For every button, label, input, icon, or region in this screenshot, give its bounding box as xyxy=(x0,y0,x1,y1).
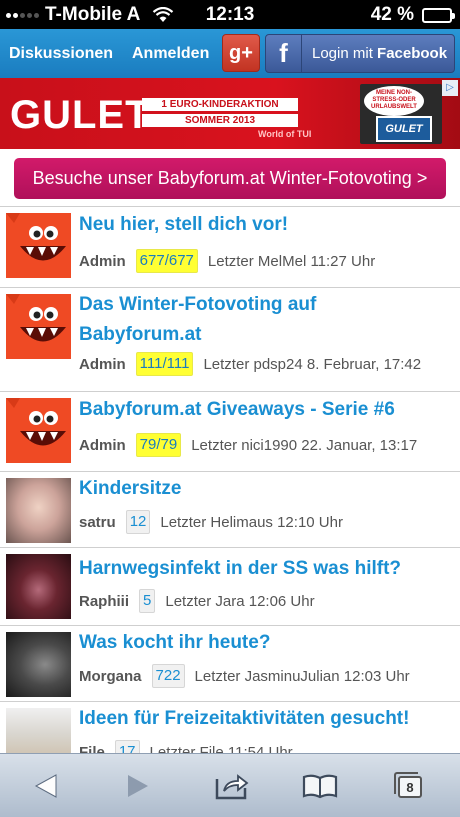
thread-meta: satru 12 Letzter Helimaus 12:10 Uhr xyxy=(79,510,343,534)
thread-author[interactable]: satru xyxy=(79,514,116,531)
thread-row[interactable]: Harnwegsinfekt in der SS was hilft? Raphi… xyxy=(0,548,460,626)
share-button[interactable] xyxy=(208,766,256,806)
thread-avatar xyxy=(6,294,71,359)
forward-arrow-icon xyxy=(128,775,148,797)
thread-meta: Admin 677/677 Letzter MelMel 11:27 Uhr xyxy=(79,249,375,273)
facebook-icon: f xyxy=(266,35,302,72)
thread-avatar xyxy=(6,213,71,278)
reply-count-badge[interactable]: 12 xyxy=(125,510,151,534)
bookmarks-button[interactable] xyxy=(296,766,344,806)
thread-meta: Raphiii 5 Letzter Jara 12:06 Uhr xyxy=(79,589,315,613)
thread-list: Neu hier, stell dich vor! Admin 677/677 Let… xyxy=(0,207,460,773)
reply-count-badge[interactable]: 677/677 xyxy=(135,249,198,273)
nav-anmelden-link[interactable]: Anmelden xyxy=(132,45,209,63)
thread-meta: Admin 79/79 Letzter nici1990 22. Januar, 1… xyxy=(79,433,417,457)
google-plus-button[interactable]: g+ xyxy=(222,34,260,72)
thread-title-link[interactable]: Babyforum.at Giveaways - Serie #6 xyxy=(79,395,449,425)
ad-banner[interactable]: GULET 1 EURO-KINDERAKTION SOMMER 2013 Wo… xyxy=(0,78,460,149)
facebook-login-button[interactable]: f Login mit Facebook xyxy=(265,34,455,73)
thread-avatar xyxy=(6,554,71,619)
facebook-login-label: Login mit Facebook xyxy=(312,45,448,62)
ad-tagline: 1 EURO-KINDERAKTION xyxy=(142,98,298,111)
battery-icon xyxy=(422,7,455,23)
tabs-icon: 8 xyxy=(394,772,422,798)
reply-count-badge[interactable]: 722 xyxy=(151,664,185,688)
tabs-button[interactable]: 8 xyxy=(386,766,434,806)
reply-count-badge[interactable]: 79/79 xyxy=(135,433,182,457)
reply-count-badge[interactable]: 5 xyxy=(139,589,156,613)
share-icon xyxy=(215,774,249,800)
google-plus-icon: g+ xyxy=(229,41,253,64)
reply-count-badge[interactable]: 111/111 xyxy=(135,352,194,376)
last-post-info: Letzter nici1990 22. Januar, 13:17 xyxy=(191,436,418,454)
back-button[interactable] xyxy=(22,766,70,806)
last-post-info: Letzter pdsp24 8. Februar, 17:42 xyxy=(203,355,422,373)
thread-title-link[interactable]: Ideen für Freizeitaktivitäten gesucht! xyxy=(79,704,449,734)
fotovoting-cta-button[interactable]: Besuche unser Babyforum.at Winter-Fotovo… xyxy=(14,158,446,199)
ad-product-image: MEINE NON-STRESS-ODER URLAUBSWELT GULET xyxy=(360,84,442,144)
thread-author[interactable]: Admin xyxy=(79,356,126,373)
thread-author[interactable]: Raphiii xyxy=(79,593,129,610)
thread-title-link[interactable]: Harnwegsinfekt in der SS was hilft? xyxy=(79,554,449,584)
battery-group: 42 % xyxy=(370,4,455,26)
thread-row[interactable]: Was kocht ihr heute? Morgana 722 Letzter Ja… xyxy=(0,626,460,702)
adchoices-icon[interactable]: ▷ xyxy=(442,80,458,96)
status-bar: T-Mobile A 12:13 42 % xyxy=(0,0,460,29)
monster-mascot-icon xyxy=(6,213,71,278)
forward-button[interactable] xyxy=(114,766,162,806)
bookmarks-icon xyxy=(302,774,338,799)
ad-badge: MEINE NON-STRESS-ODER URLAUBSWELT xyxy=(364,86,424,116)
ad-box-logo: GULET xyxy=(376,116,432,142)
thread-row[interactable]: Das Winter-Fotovoting auf Babyforum.at Ad… xyxy=(0,288,460,392)
thread-author[interactable]: Morgana xyxy=(79,668,142,685)
last-post-info: Letzter JasminuJulian 12:03 Uhr xyxy=(194,667,410,685)
thread-title-link[interactable]: Was kocht ihr heute? xyxy=(79,628,449,658)
site-nav-bar: Diskussionen Anmelden g+ f Login mit Fac… xyxy=(0,29,460,78)
last-post-info: Letzter Jara 12:06 Uhr xyxy=(165,592,315,610)
browser-toolbar: 8 xyxy=(0,753,460,817)
thread-avatar xyxy=(6,632,71,697)
back-arrow-icon xyxy=(34,774,57,798)
ad-logo: GULET xyxy=(10,93,151,137)
thread-avatar xyxy=(6,478,71,543)
ad-tagline-season: SOMMER 2013 xyxy=(142,114,298,127)
monster-mascot-icon xyxy=(6,398,71,463)
thread-avatar xyxy=(6,398,71,463)
battery-percent: 42 % xyxy=(370,4,414,25)
thread-author[interactable]: Admin xyxy=(79,437,126,454)
thread-title-link[interactable]: Kindersitze xyxy=(79,474,449,504)
thread-row[interactable]: Kindersitze satru 12 Letzter Helimaus 12:10… xyxy=(0,472,460,548)
thread-row[interactable]: Neu hier, stell dich vor! Admin 677/677 Let… xyxy=(0,207,460,288)
thread-title-link[interactable]: Das Winter-Fotovoting auf Babyforum.at xyxy=(79,290,359,350)
thread-meta: Admin 111/111 Letzter pdsp24 8. Februar, 1… xyxy=(79,352,421,376)
nav-diskussionen-link[interactable]: Diskussionen xyxy=(9,45,113,63)
monster-mascot-icon xyxy=(6,294,71,359)
thread-title-link[interactable]: Neu hier, stell dich vor! xyxy=(79,210,449,240)
thread-row[interactable]: Babyforum.at Giveaways - Serie #6 Admin 79… xyxy=(0,392,460,472)
ad-brand-line: World of TUI xyxy=(258,129,312,139)
thread-author[interactable]: Admin xyxy=(79,253,126,270)
last-post-info: Letzter MelMel 11:27 Uhr xyxy=(207,252,376,270)
thread-meta: Morgana 722 Letzter JasminuJulian 12:03 Uh… xyxy=(79,664,410,688)
last-post-info: Letzter Helimaus 12:10 Uhr xyxy=(160,513,343,531)
